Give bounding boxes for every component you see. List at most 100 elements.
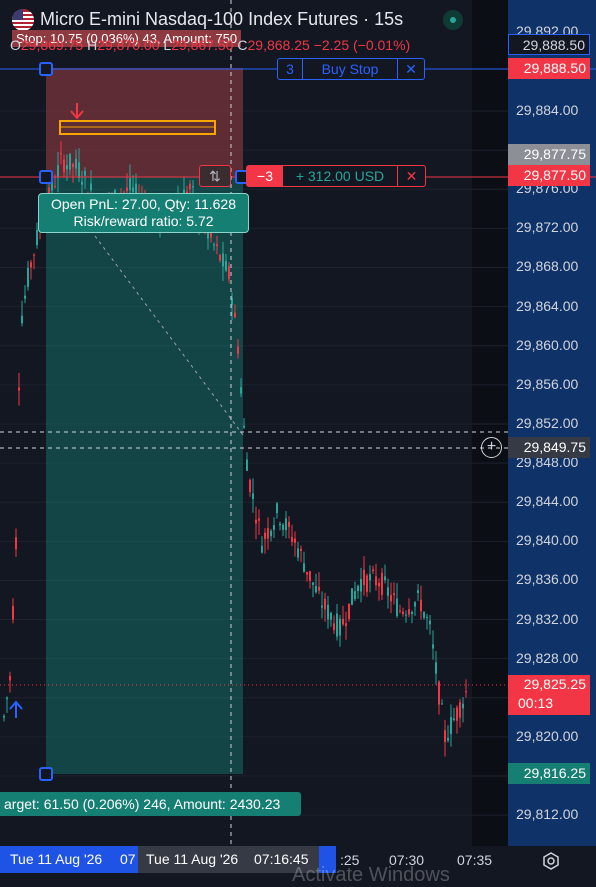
buy-stop-order-label[interactable]: 3 Buy Stop ✕ [277, 58, 425, 80]
candle-body [243, 425, 245, 428]
candle-body [450, 717, 452, 735]
candle-body [36, 229, 38, 246]
position-close-icon[interactable]: ✕ [398, 166, 425, 186]
candle-body [294, 538, 296, 543]
price-tick: 29,852.00 [516, 414, 579, 431]
candle-body [435, 662, 437, 674]
candle-body [291, 536, 293, 542]
candle-body [375, 576, 377, 586]
crosshair-price-tag: 29,849.75 [508, 437, 590, 458]
candle-body [24, 295, 26, 299]
candle-body [225, 260, 227, 271]
candle-body [129, 178, 131, 191]
price-tick: 29,828.00 [516, 649, 579, 666]
price-tick: 29,836.00 [516, 571, 579, 588]
candle-body [261, 545, 263, 553]
candle-body [399, 610, 401, 612]
cursor-date-tag: Tue 11 Aug '26 [146, 851, 239, 867]
open-pnl-tooltip: Open PnL: 27.00, Qty: 11.628 Risk/reward… [38, 193, 249, 233]
buy-stop-close-icon[interactable]: ✕ [398, 59, 424, 79]
candle-body [369, 574, 371, 581]
candle-body [381, 572, 383, 596]
take-profit-zone [46, 177, 243, 774]
price-tick: 29,812.00 [516, 806, 579, 823]
candle-body [219, 255, 221, 261]
candle-body [318, 586, 320, 591]
candle-body [228, 266, 230, 279]
candle-body [363, 569, 365, 586]
candle-body [282, 524, 284, 530]
symbol-title[interactable]: Micro E-mini Nasdaq-100 Index Futures · … [40, 9, 403, 30]
target-price-tag: 29,816.25 [508, 763, 590, 784]
position-qty[interactable]: −3 [247, 166, 283, 186]
candle-body [234, 312, 236, 318]
candle-body [453, 718, 455, 720]
candle-body [21, 315, 23, 324]
candle-body [270, 530, 272, 537]
candle-body [237, 346, 239, 354]
candle-body [408, 609, 410, 615]
candle-body [342, 618, 344, 625]
buy-stop-price-tag: 29,888.50 [508, 58, 590, 79]
candle-body [405, 614, 407, 616]
buy-stop-text[interactable]: Buy Stop [303, 59, 398, 79]
candle-body [132, 187, 134, 193]
candle-body [33, 254, 35, 256]
drag-handle-top[interactable] [39, 62, 53, 76]
candle-body [348, 603, 350, 619]
candle-body [438, 681, 440, 705]
candle-body [297, 548, 299, 558]
candle-body [6, 697, 8, 700]
ohlc-legend: O29,869.75 H29,870.00 L29,867.50 C29,868… [10, 37, 411, 53]
candle-body [384, 576, 386, 581]
candle-body [378, 583, 380, 587]
bar-countdown: 00:13 [518, 695, 554, 711]
candle-body [192, 186, 194, 188]
candle-body [246, 459, 248, 471]
bid-price-tag: 29,877.75 [508, 144, 590, 165]
target-label: arget: 61.50 (0.206%) 246, Amount: 2430.… [0, 792, 301, 816]
candle-body [357, 585, 359, 592]
price-tick: 29,884.00 [516, 102, 579, 118]
candle-body [255, 519, 257, 524]
candle-body [279, 523, 281, 526]
position-reverse-button[interactable]: ⇅ [199, 165, 231, 187]
crosshair-plus-icon[interactable]: + [481, 437, 502, 458]
candle-body [402, 611, 404, 615]
candle-body [396, 598, 398, 617]
settings-gear-icon[interactable] [541, 851, 561, 871]
candle-body [60, 152, 62, 155]
candle-body [324, 598, 326, 610]
candle-body [345, 623, 347, 627]
price-tick: 29,832.00 [516, 610, 579, 627]
candle-body [264, 532, 266, 539]
candle-body [18, 387, 20, 391]
time-tick-0735: 07:35 [457, 852, 493, 868]
position-pnl[interactable]: + 312.00 USD [283, 166, 398, 186]
price-chart[interactable] [0, 0, 596, 879]
price-tick: 29,864.00 [516, 297, 579, 314]
candle-body [306, 571, 308, 575]
risk-reward-text: Risk/reward ratio: 5.72 [73, 213, 214, 229]
drag-handle-bottom[interactable] [39, 767, 53, 781]
candle-body [366, 575, 368, 592]
time-axis-left-date: Tue 11 Aug '26 [10, 851, 103, 867]
candle-body [63, 159, 65, 173]
candle-body [444, 730, 446, 743]
candle-body [69, 153, 71, 170]
buy-stop-qty[interactable]: 3 [278, 59, 303, 79]
candle-body [78, 162, 80, 178]
candle-body [321, 605, 323, 608]
candle-body [354, 591, 356, 600]
current-price: 29,825.25 [523, 676, 586, 692]
position-order-label[interactable]: −3 + 312.00 USD ✕ [246, 165, 426, 187]
candle-body [276, 503, 278, 514]
candle-body [372, 569, 374, 572]
candle-body [330, 613, 332, 620]
candle-body [249, 479, 251, 493]
price-tick: 29,840.00 [516, 532, 579, 549]
price-tick: 29,844.00 [516, 493, 579, 510]
drag-handle-entry[interactable] [39, 170, 53, 184]
candle-body [288, 521, 290, 527]
candle-body [390, 595, 392, 602]
